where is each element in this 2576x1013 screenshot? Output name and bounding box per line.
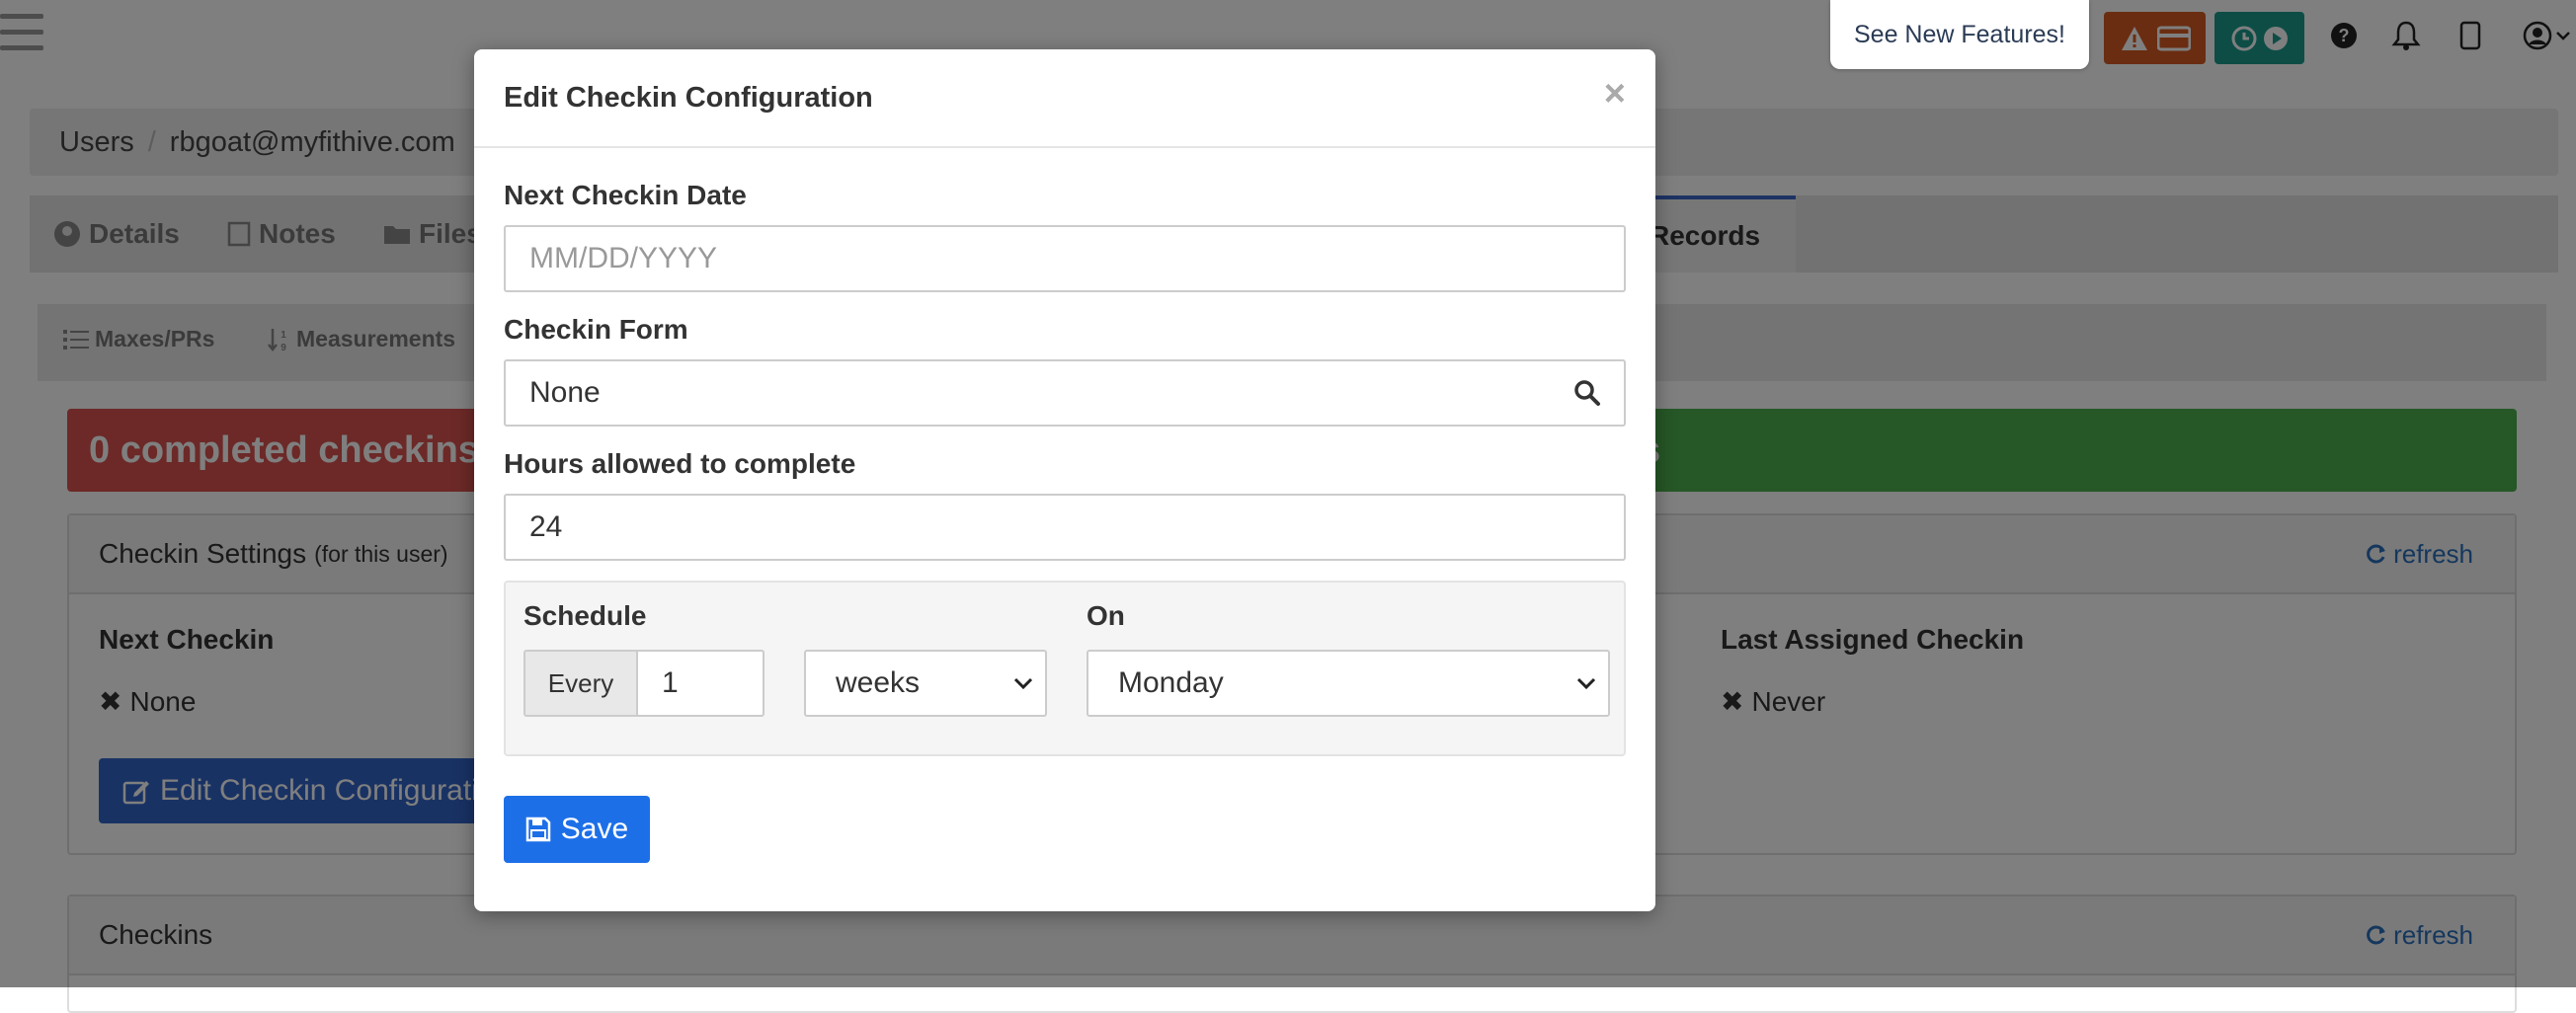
checkin-form-label: Checkin Form <box>504 314 688 345</box>
chevron-down-icon <box>1576 677 1596 690</box>
schedule-unit-select[interactable]: weeks <box>804 650 1047 717</box>
next-checkin-date-label: Next Checkin Date <box>504 180 747 210</box>
next-checkin-date-input[interactable]: MM/DD/YYYY <box>504 225 1626 292</box>
checkin-form-input[interactable]: None <box>504 359 1553 427</box>
close-icon[interactable]: × <box>1604 75 1626 113</box>
edit-checkin-configuration-modal: Edit Checkin Configuration × Next Checki… <box>474 49 1655 911</box>
save-button[interactable]: Save <box>504 796 650 863</box>
see-new-features-button[interactable]: See New Features! <box>1830 0 2089 69</box>
every-label: Every <box>523 650 638 717</box>
schedule-label: Schedule <box>523 600 647 631</box>
hours-allowed-input[interactable]: 24 <box>504 494 1626 561</box>
on-label: On <box>1087 600 1125 631</box>
checkin-form-search-button[interactable] <box>1551 359 1626 427</box>
chevron-down-icon <box>1013 677 1033 690</box>
schedule-day-select[interactable]: Monday <box>1087 650 1610 717</box>
save-icon <box>525 817 551 842</box>
search-icon <box>1574 380 1600 406</box>
every-number-input[interactable]: 1 <box>636 650 765 717</box>
hours-allowed-label: Hours allowed to complete <box>504 448 856 479</box>
schedule-box: Schedule On Every 1 weeks Monday <box>504 581 1626 756</box>
modal-title: Edit Checkin Configuration <box>504 81 873 114</box>
